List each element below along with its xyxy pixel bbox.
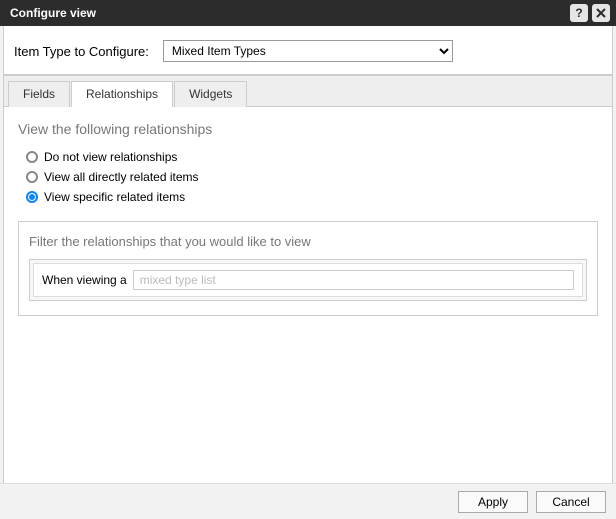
- cancel-button[interactable]: Cancel: [536, 491, 606, 513]
- item-type-section: Item Type to Configure: Mixed Item Types: [3, 26, 613, 75]
- help-icon: ?: [575, 6, 582, 20]
- dialog-body: Item Type to Configure: Mixed Item Types…: [0, 26, 616, 483]
- tab-fields[interactable]: Fields: [8, 81, 70, 107]
- dialog-titlebar: Configure view ?: [0, 0, 616, 26]
- radio-label: View specific related items: [44, 190, 185, 204]
- tabs-row: Fields Relationships Widgets: [3, 75, 613, 107]
- help-button[interactable]: ?: [570, 4, 588, 22]
- filter-row-outer: When viewing a: [29, 259, 587, 301]
- radio-view-all[interactable]: View all directly related items: [26, 167, 598, 187]
- close-icon: [596, 8, 606, 18]
- radio-icon: [26, 151, 38, 163]
- apply-button[interactable]: Apply: [458, 491, 528, 513]
- dialog-footer: Apply Cancel: [0, 483, 616, 519]
- tab-relationships-label: Relationships: [86, 87, 158, 101]
- radio-icon: [26, 171, 38, 183]
- apply-button-label: Apply: [478, 495, 508, 509]
- tab-widgets-label: Widgets: [189, 87, 232, 101]
- filter-input[interactable]: [133, 270, 574, 290]
- cancel-button-label: Cancel: [552, 495, 589, 509]
- relationships-section-title: View the following relationships: [18, 121, 598, 137]
- radio-do-not-view[interactable]: Do not view relationships: [26, 147, 598, 167]
- filter-title: Filter the relationships that you would …: [29, 234, 587, 249]
- filter-prefix: When viewing a: [42, 273, 127, 287]
- filter-box: Filter the relationships that you would …: [18, 221, 598, 316]
- radio-icon-selected: [26, 191, 38, 203]
- filter-row: When viewing a: [33, 263, 583, 297]
- close-button[interactable]: [592, 4, 610, 22]
- radio-label: View all directly related items: [44, 170, 199, 184]
- radio-view-specific[interactable]: View specific related items: [26, 187, 598, 207]
- item-type-label: Item Type to Configure:: [14, 44, 149, 59]
- relationships-radio-group: Do not view relationships View all direc…: [26, 147, 598, 207]
- tab-relationships[interactable]: Relationships: [71, 81, 173, 107]
- tab-content-relationships: View the following relationships Do not …: [3, 107, 613, 487]
- tab-widgets[interactable]: Widgets: [174, 81, 247, 107]
- item-type-select-wrap: Mixed Item Types: [163, 40, 453, 62]
- radio-dot: [29, 194, 35, 200]
- tab-fields-label: Fields: [23, 87, 55, 101]
- item-type-select[interactable]: Mixed Item Types: [163, 40, 453, 62]
- dialog-title: Configure view: [10, 6, 96, 20]
- radio-label: Do not view relationships: [44, 150, 177, 164]
